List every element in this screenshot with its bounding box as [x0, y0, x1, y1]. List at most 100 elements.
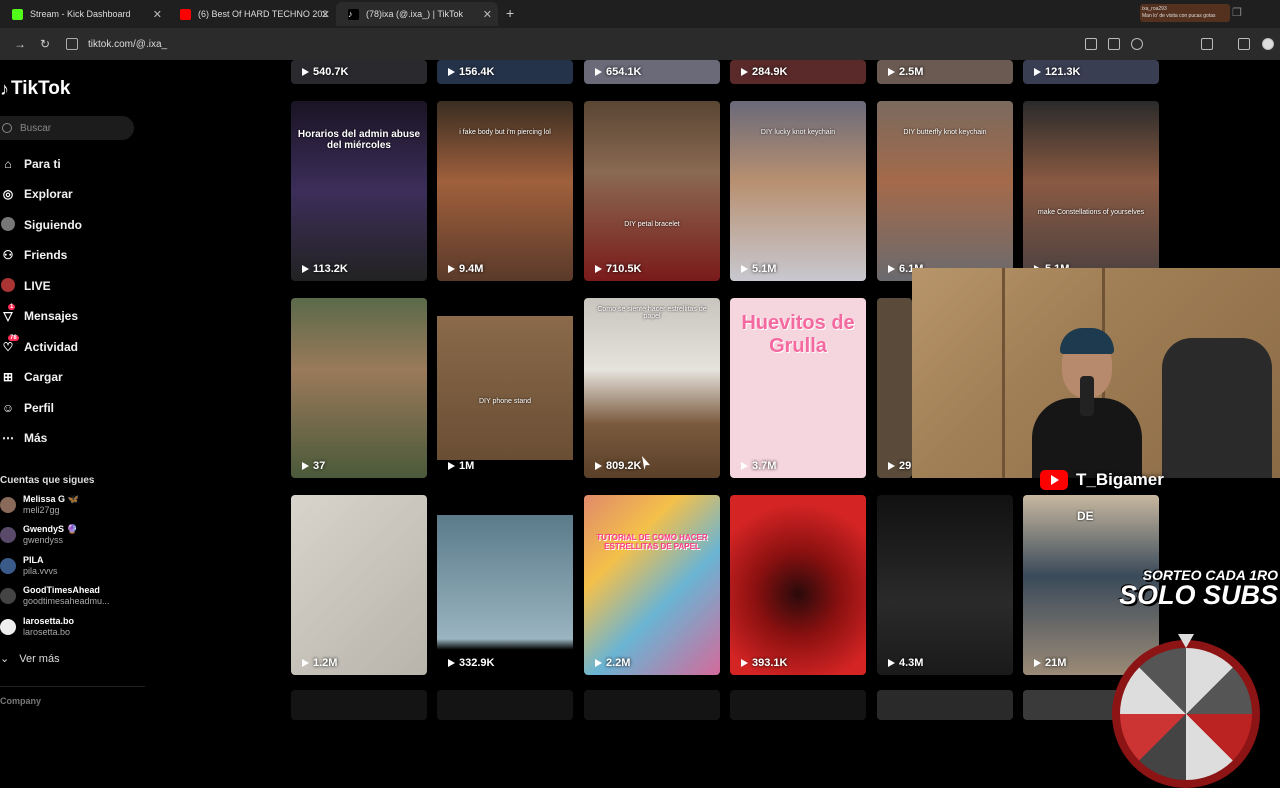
profile-icon[interactable] — [1262, 38, 1274, 50]
address-bar-row: → ↻ tiktok.com/@.ixa_ — [0, 28, 1280, 60]
video-card[interactable]: i fake body but i'm piercing lol 9.4M — [437, 101, 573, 281]
video-card[interactable]: 121.3K — [1023, 60, 1159, 84]
sidebar-icon[interactable] — [1238, 38, 1250, 50]
video-card[interactable]: 4.3M — [877, 495, 1013, 675]
kick-icon — [12, 8, 23, 20]
notification-badge: 1 — [8, 304, 16, 310]
overlay-user: ixa_roa293 — [1142, 6, 1167, 12]
sidebar-item-label: Más — [24, 431, 48, 445]
video-card[interactable]: 284.9K — [730, 60, 866, 84]
extensions-icon[interactable] — [1201, 38, 1213, 50]
following-account[interactable]: PILA pila.vvvs — [0, 554, 58, 578]
url-field[interactable]: tiktok.com/@.ixa_ — [66, 34, 1076, 54]
sidebar-item-label: Friends — [24, 248, 68, 262]
view-count: 809.2K — [595, 460, 641, 472]
play-icon — [448, 462, 455, 470]
video-card[interactable]: DIY lucky knot keychain 5.1M — [730, 101, 866, 281]
avatar — [0, 527, 16, 543]
view-count: 9.4M — [448, 263, 483, 275]
video-card[interactable] — [291, 690, 427, 720]
video-card[interactable]: 37 — [291, 298, 427, 478]
site-info-icon[interactable] — [66, 38, 78, 50]
sidebar-item-siguiendo[interactable]: Siguiendo — [0, 215, 82, 235]
view-count: 21M — [1034, 657, 1066, 669]
translate-icon[interactable] — [1108, 38, 1120, 50]
avatar — [0, 619, 16, 635]
video-card[interactable]: 156.4K — [437, 60, 573, 84]
video-card[interactable]: 393.1K — [730, 495, 866, 675]
account-name: PILA — [23, 555, 44, 565]
video-card[interactable] — [730, 690, 866, 720]
play-icon — [302, 265, 309, 273]
sidebar-item-label: Perfil — [24, 401, 55, 415]
browser-tab-bar: Stream - Kick Dashboard ✕ (6) Best Of HA… — [0, 0, 1280, 28]
sidebar-item-explorar[interactable]: ◎ Explorar — [0, 184, 73, 204]
video-card[interactable]: TUTORIAL DE COMO HACER ESTRELLITAS DE PA… — [584, 495, 720, 675]
account-name: GwendyS 🔮 — [23, 524, 78, 534]
forward-icon[interactable]: → — [14, 37, 26, 51]
following-account[interactable]: GwendyS 🔮 gwendyss — [0, 523, 78, 547]
video-card[interactable]: Horarios del admin abuse del miércoles 1… — [291, 101, 427, 281]
following-account[interactable]: larosetta.bo larosetta.bo — [0, 615, 74, 639]
video-card[interactable]: Como se siente hacer estrellitas de pape… — [584, 298, 720, 478]
tiktok-logo[interactable]: ♪ TikTok — [0, 78, 70, 100]
sidebar-item-cargar[interactable]: ⊞ Cargar — [0, 367, 63, 387]
video-card[interactable]: 540.7K — [291, 60, 427, 84]
sidebar-item-label: Cargar — [24, 370, 63, 384]
video-caption: TUTORIAL DE COMO HACER ESTRELLITAS DE PA… — [596, 533, 708, 551]
following-account[interactable]: Melissa G 🦋 meli27gg — [0, 493, 79, 517]
tab-kick-dashboard[interactable]: Stream - Kick Dashboard ✕ — [0, 2, 168, 26]
video-card[interactable]: 654.1K — [584, 60, 720, 84]
sidebar-item-friends[interactable]: ⚇ Friends — [0, 245, 68, 265]
bookmark-star-icon[interactable] — [1131, 38, 1143, 50]
view-count: 2.2M — [595, 657, 630, 669]
company-link[interactable]: Company — [0, 696, 41, 706]
video-card[interactable]: 332.9K — [437, 495, 573, 675]
sidebar-item-mensajes[interactable]: ▽ 1 Mensajes — [0, 304, 78, 326]
new-tab-icon[interactable]: + — [506, 5, 514, 21]
tab-title: (78)ixa (@.ixa_) | TikTok — [366, 9, 463, 19]
youtube-logo-icon — [1040, 470, 1068, 490]
video-card[interactable]: Huevitos de Grulla 3.7M — [730, 298, 866, 478]
video-card[interactable] — [877, 690, 1013, 720]
close-icon[interactable]: ✕ — [483, 8, 492, 21]
sidebar-item-live[interactable]: LIVE — [0, 276, 51, 296]
play-icon — [741, 265, 748, 273]
close-icon[interactable]: ✕ — [153, 8, 162, 21]
sidebar-item-mas[interactable]: ⋯ Más — [0, 428, 47, 448]
restore-window-icon[interactable]: ❐ — [1232, 6, 1242, 19]
tab-title: Stream - Kick Dashboard — [30, 9, 131, 19]
video-card[interactable]: make Constellations of yourselves 5.1M — [1023, 101, 1159, 281]
profile-icon: ☺ — [1, 401, 15, 415]
video-caption: DIY lucky knot keychain — [760, 129, 836, 136]
see-more-link[interactable]: ⌄ Ver más — [0, 652, 60, 666]
view-count: 4.3M — [888, 657, 923, 669]
video-card[interactable] — [437, 690, 573, 720]
play-icon — [448, 68, 455, 76]
video-card[interactable]: 29 — [877, 298, 912, 478]
streamer-cap — [1060, 328, 1114, 354]
video-card[interactable]: 2.5M — [877, 60, 1013, 84]
sidebar-item-perfil[interactable]: ☺ Perfil — [0, 398, 54, 418]
view-count: 332.9K — [448, 657, 494, 669]
tab-tiktok[interactable]: ♪ (78)ixa (@.ixa_) | TikTok ✕ — [336, 2, 498, 26]
install-icon[interactable] — [1085, 38, 1097, 50]
reload-icon[interactable]: ↻ — [40, 37, 50, 51]
following-account[interactable]: GoodTimesAhead goodtimesaheadmu... — [0, 584, 110, 608]
sidebar-item-actividad[interactable]: ♡ 78 Actividad — [0, 335, 78, 357]
view-count: 393.1K — [741, 657, 787, 669]
video-card[interactable]: DIY petal bracelet 710.5K — [584, 101, 720, 281]
video-card[interactable]: DIY butterfly knot keychain 6.1M — [877, 101, 1013, 281]
close-icon[interactable]: ✕ — [321, 8, 330, 21]
search-input[interactable]: Buscar — [0, 116, 134, 140]
video-card[interactable] — [584, 690, 720, 720]
play-icon — [1034, 68, 1041, 76]
notification-badge: 78 — [8, 335, 19, 341]
sidebar-item-para-ti[interactable]: ⌂ Para ti — [0, 154, 60, 174]
video-card[interactable]: 1.2M — [291, 495, 427, 675]
account-username: goodtimesaheadmu... — [23, 596, 110, 606]
divider — [0, 686, 145, 687]
video-card[interactable]: DIY phone stand 1M — [437, 298, 573, 478]
tab-youtube[interactable]: (6) Best Of HARD TECHNO 202 ✕ — [168, 2, 336, 26]
play-icon — [888, 265, 895, 273]
